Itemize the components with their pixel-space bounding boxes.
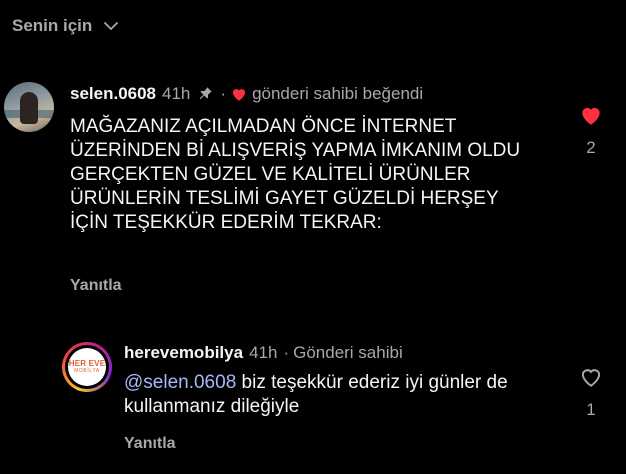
logo-line-1: HER EVE bbox=[68, 359, 106, 368]
sort-label: Senin için bbox=[12, 16, 93, 35]
avatar[interactable] bbox=[4, 82, 54, 132]
author-liked-label: gönderi sahibi beğendi bbox=[252, 84, 424, 103]
comment-text: MAĞAZANIZ AÇILMADAN ÖNCE İNTERNET ÜZERİN… bbox=[70, 116, 521, 233]
heart-outline-icon bbox=[581, 369, 601, 387]
comment-header: herevemobilya 41h · Gönderi sahibi bbox=[124, 343, 403, 363]
like-count: 1 bbox=[586, 400, 596, 419]
logo-line-2: MOBİLYA bbox=[74, 368, 100, 374]
heart-icon bbox=[233, 89, 246, 101]
reply-button[interactable]: Yanıtla bbox=[124, 435, 176, 453]
like-button[interactable]: 1 bbox=[578, 364, 604, 420]
comment-text: @selen.0608 biz teşekkür ederiz iyi günl… bbox=[124, 371, 554, 419]
brand-logo: HER EVE MOBİLYA bbox=[68, 348, 106, 386]
pin-icon bbox=[200, 87, 213, 100]
like-count: 2 bbox=[586, 138, 596, 157]
separator-dot: · bbox=[283, 343, 290, 362]
username[interactable]: selen.0608 bbox=[70, 84, 156, 104]
like-button[interactable]: 2 bbox=[578, 102, 604, 158]
reply-button[interactable]: Yanıtla bbox=[70, 277, 122, 295]
username[interactable]: herevemobilya bbox=[124, 343, 243, 363]
mention-link[interactable]: @selen.0608 bbox=[124, 372, 236, 393]
sort-dropdown[interactable]: Senin için bbox=[12, 16, 120, 36]
avatar[interactable]: HER EVE MOBİLYA bbox=[62, 342, 112, 392]
timestamp: 41h bbox=[249, 343, 278, 362]
timestamp: 41h bbox=[162, 84, 191, 103]
author-label: Gönderi sahibi bbox=[293, 343, 403, 362]
comment-header: selen.0608 41h · gönderi sahibi beğendi bbox=[70, 84, 423, 104]
separator-dot: · bbox=[220, 84, 227, 103]
chevron-down-icon bbox=[104, 22, 119, 30]
heart-filled-icon bbox=[582, 107, 600, 125]
